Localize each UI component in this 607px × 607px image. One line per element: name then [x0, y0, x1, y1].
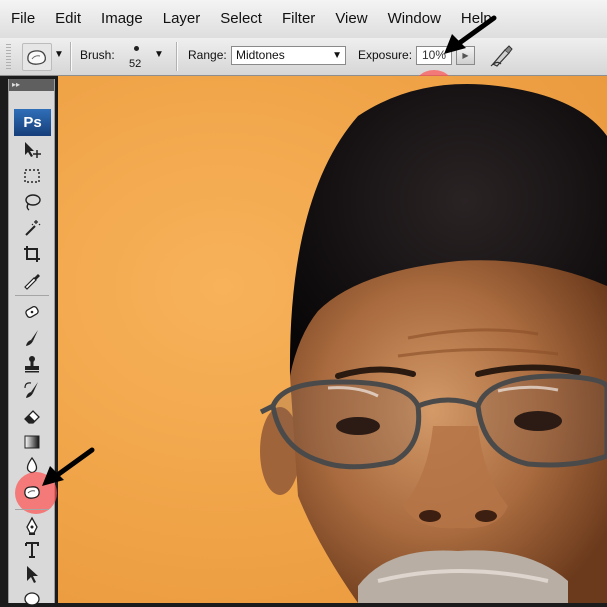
- divider: [70, 42, 71, 71]
- menu-edit[interactable]: Edit: [44, 0, 90, 38]
- exposure-label: Exposure:: [358, 48, 413, 62]
- eyedropper-tool-icon[interactable]: [21, 269, 43, 291]
- move-tool-icon[interactable]: [21, 139, 43, 161]
- photoshop-logo: Ps: [14, 109, 51, 136]
- marquee-tool-icon[interactable]: [21, 165, 43, 187]
- spot-healing-tool-icon[interactable]: [21, 301, 43, 323]
- brush-label: Brush:: [80, 48, 115, 62]
- magic-wand-tool-icon[interactable]: [21, 217, 43, 239]
- divider: [176, 42, 177, 71]
- menu-bar: File Edit Image Layer Select Filter View…: [0, 0, 607, 39]
- divider: [15, 509, 49, 510]
- menu-image[interactable]: Image: [90, 0, 152, 38]
- menu-filter[interactable]: Filter: [271, 0, 324, 38]
- lasso-tool-icon[interactable]: [21, 191, 43, 213]
- brush-size: 52: [129, 58, 142, 70]
- panel-collapse-bar[interactable]: ▸▸: [9, 79, 54, 91]
- menu-file[interactable]: File: [0, 0, 44, 38]
- sponge-icon: [27, 50, 46, 65]
- document-canvas[interactable]: [58, 76, 607, 603]
- divider: [15, 295, 49, 296]
- pen-tool-icon[interactable]: [21, 515, 43, 537]
- range-label: Range:: [188, 48, 227, 62]
- menu-select[interactable]: Select: [209, 0, 271, 38]
- clone-stamp-tool-icon[interactable]: [21, 353, 43, 375]
- brush-preview[interactable]: [134, 46, 139, 51]
- brush-tool-icon[interactable]: [21, 327, 43, 349]
- menu-layer[interactable]: Layer: [152, 0, 210, 38]
- type-tool-icon[interactable]: [21, 539, 43, 561]
- crop-tool-icon[interactable]: [21, 243, 43, 265]
- pointer-arrow-icon: [444, 15, 497, 54]
- options-bar: ▼ Brush: 52 ▼ Range: Midtones ▼ Exposure…: [0, 38, 607, 114]
- portrait-photo: [259, 84, 607, 603]
- range-value: Midtones: [236, 48, 285, 62]
- chevron-down-icon[interactable]: ▼: [54, 49, 64, 60]
- menu-window[interactable]: Window: [377, 0, 450, 38]
- range-select[interactable]: Midtones ▼: [231, 46, 346, 65]
- history-brush-tool-icon[interactable]: [21, 379, 43, 401]
- tools-panel: ▸▸ Ps: [8, 79, 57, 606]
- pointer-arrow-icon: [42, 447, 95, 486]
- eraser-tool-icon[interactable]: [21, 405, 43, 427]
- shape-tool-icon[interactable]: [21, 585, 43, 607]
- menu-view[interactable]: View: [324, 0, 376, 38]
- tool-preset-picker[interactable]: [22, 43, 52, 71]
- path-selection-tool-icon[interactable]: [21, 563, 43, 585]
- options-bar-grip[interactable]: [6, 44, 11, 69]
- chevron-down-icon: ▼: [332, 50, 342, 61]
- chevron-down-icon[interactable]: ▼: [154, 49, 164, 60]
